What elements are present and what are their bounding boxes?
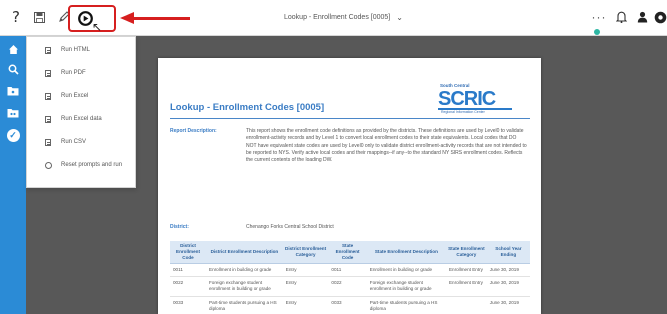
table-cell: Entry (282, 263, 329, 278)
reset-icon (41, 161, 55, 169)
table-cell: 0022 (328, 276, 367, 297)
table-cell: 0011 (328, 263, 367, 278)
menu-item-run-excel[interactable]: Run Excel (27, 87, 137, 105)
district-value: Chenango Forks Central School District (246, 224, 334, 230)
annotation-arrow (132, 17, 190, 20)
report-description: This report shows the enrollment code de… (246, 128, 527, 164)
save-icon[interactable] (30, 8, 48, 26)
scric-logo: South Central SCRIC Regional Information… (436, 82, 516, 116)
folder-icon[interactable] (0, 80, 26, 102)
chevron-down-icon: ⌄ (396, 13, 403, 22)
document-icon (41, 138, 55, 146)
menu-item-label: Run Excel (61, 93, 89, 99)
top-toolbar: ? ↖ Lookup - Enrollment Codes [0005] ⌄ ·… (0, 0, 667, 36)
settings-icon[interactable] (654, 8, 667, 26)
table-cell: 0011 (170, 263, 206, 278)
report-title: Lookup - Enrollment Codes [0005] (170, 102, 325, 113)
table-cell: 0022 (170, 276, 206, 297)
column-header: School Year Ending (486, 241, 530, 264)
column-header: State Enrollment Category (445, 241, 487, 264)
table-cell: June 30, 2019 (486, 276, 530, 297)
menu-item-run-html[interactable]: Run HTML (27, 41, 137, 59)
table-cell: Part-time students pursuing a HS diploma (366, 296, 446, 314)
menu-item-reset-prompts[interactable]: Reset prompts and run (27, 156, 137, 174)
report-title-selector[interactable]: Lookup - Enrollment Codes [0005] ⌄ (284, 13, 403, 22)
document-icon (41, 46, 55, 54)
district-label: District: (170, 224, 189, 230)
menu-item-label: Run HTML (61, 47, 91, 53)
menu-item-label: Run Excel data (61, 116, 102, 122)
document-icon (41, 69, 55, 77)
menu-item-run-pdf[interactable]: Run PDF (27, 64, 137, 82)
user-icon[interactable] (633, 8, 651, 26)
more-icon[interactable]: ··· (590, 8, 608, 26)
bell-icon[interactable] (612, 8, 630, 26)
menu-item-run-excel-data[interactable]: Run Excel data (27, 110, 137, 128)
menu-item-label: Run PDF (61, 70, 86, 76)
table-row: 0033 Part-time students pursuing a HS di… (170, 296, 530, 314)
table-cell: Entry (282, 296, 329, 314)
document-icon (41, 115, 55, 123)
menu-item-label: Run CSV (61, 139, 87, 145)
left-sidebar: ✓ (0, 36, 26, 314)
table-row: 0011 Enrollment in building or grade Ent… (170, 263, 530, 278)
column-header: District Enrollment Code (170, 241, 206, 264)
column-header: District Enrollment Category (282, 241, 329, 264)
search-icon[interactable] (0, 58, 26, 80)
column-header: State Enrollment Description (366, 241, 446, 264)
menu-item-label: Reset prompts and run (61, 162, 123, 168)
status-dot (594, 29, 600, 35)
home-icon[interactable] (0, 38, 26, 60)
table-cell: Enrollment Entry (445, 263, 487, 278)
table-cell: Part-time students pursuing a HS diploma (206, 296, 283, 314)
table-cell: June 30, 2019 (486, 263, 530, 278)
table-cell: Enrollment Entry (445, 276, 487, 297)
table-cell: Enrollment in building or grade (366, 263, 446, 278)
table-row: 0022 Foreign exchange student enrollment… (170, 276, 530, 297)
column-header: District Enrollment Description (206, 241, 283, 264)
table-header-row: District Enrollment Code District Enroll… (170, 241, 530, 264)
title-divider (170, 118, 530, 119)
table-cell: Foreign exchange student enrollment in b… (206, 276, 283, 297)
run-menu: Run HTML Run PDF Run Excel Run Excel dat… (26, 36, 136, 188)
help-icon[interactable]: ? (7, 8, 25, 26)
mouse-cursor-icon: ↖ (92, 20, 103, 34)
table-cell: Entry (282, 276, 329, 297)
annotation-arrow-head (120, 12, 134, 24)
check-circle-icon[interactable]: ✓ (0, 124, 26, 146)
document-icon (41, 92, 55, 100)
table-cell (445, 296, 487, 314)
team-folder-icon[interactable] (0, 102, 26, 124)
report-page: South Central SCRIC Regional Information… (158, 58, 541, 314)
menu-item-run-csv[interactable]: Run CSV (27, 133, 137, 151)
table-cell: 0033 (170, 296, 206, 314)
enrollment-codes-table: District Enrollment Code District Enroll… (170, 241, 530, 314)
description-label: Report Description: (170, 128, 217, 134)
table-cell: June 30, 2019 (486, 296, 530, 314)
table-cell: Foreign exchange student enrollment in b… (366, 276, 446, 297)
toolbar-title: Lookup - Enrollment Codes [0005] (284, 14, 391, 21)
table-cell: Enrollment in building or grade (206, 263, 283, 278)
column-header: State Enrollment Code (328, 241, 367, 264)
table-cell: 0033 (328, 296, 367, 314)
